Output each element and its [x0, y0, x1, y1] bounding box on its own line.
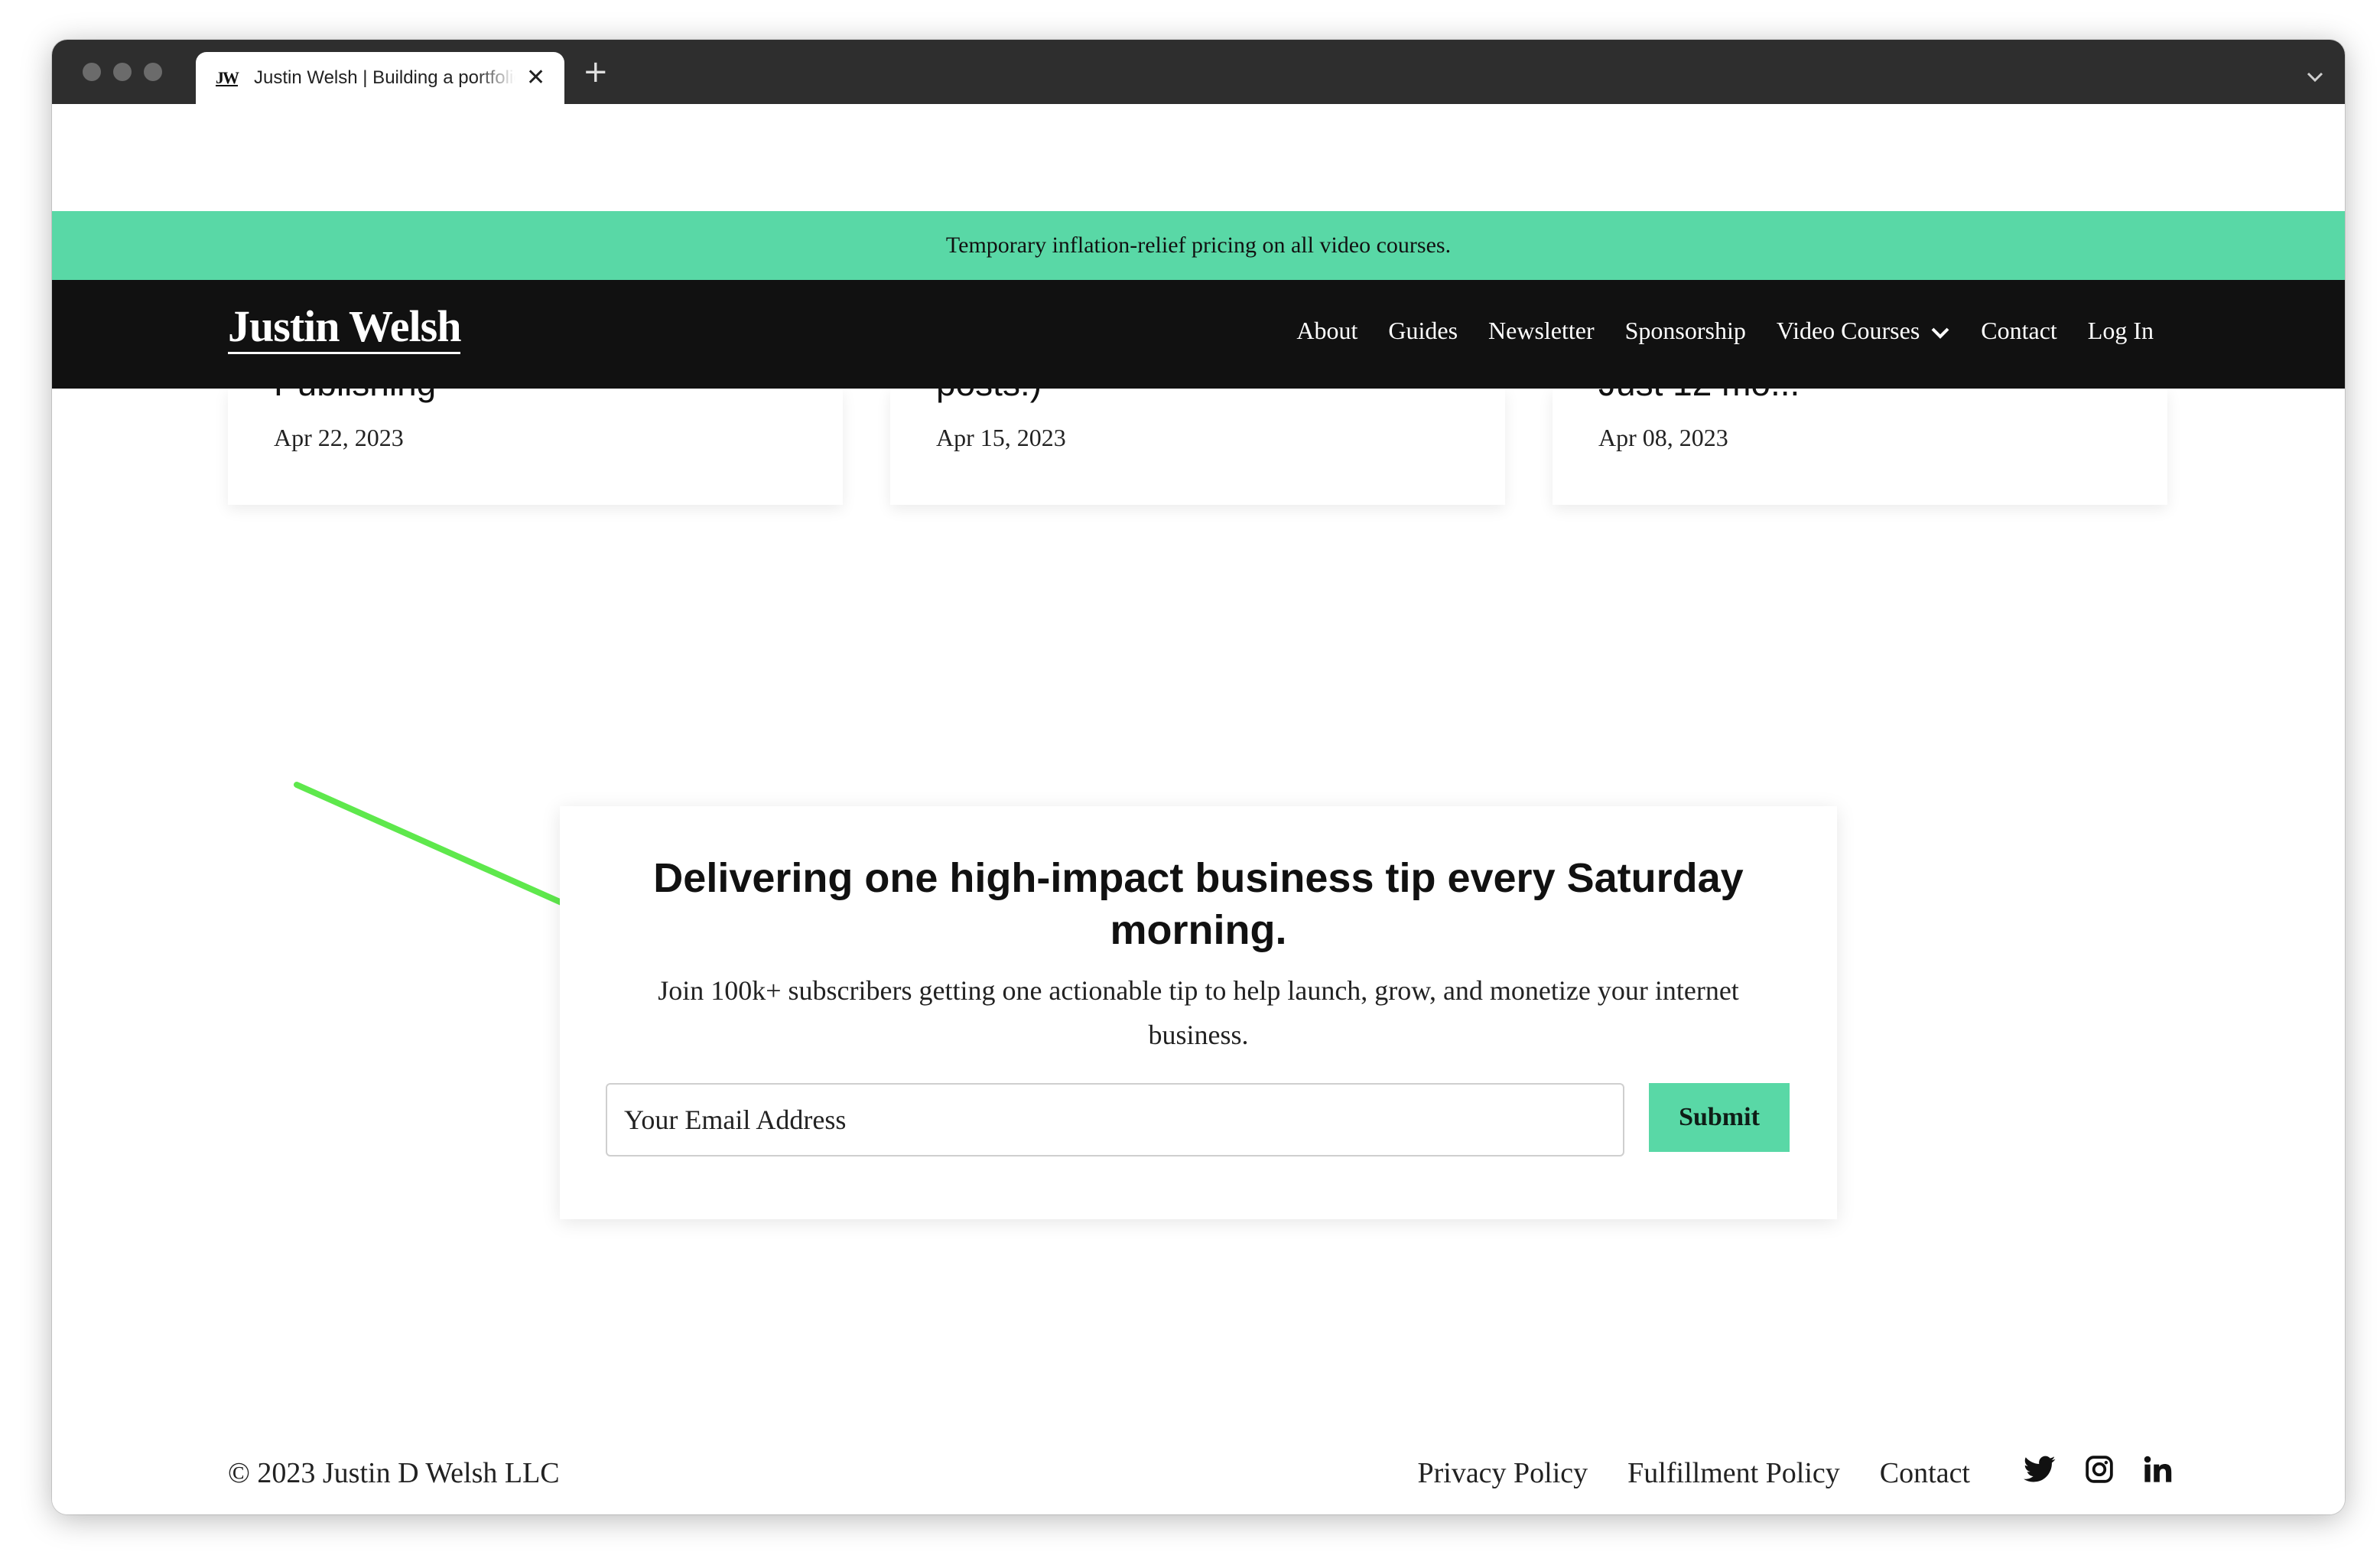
nav-sponsorship[interactable]: Sponsorship: [1625, 317, 1746, 345]
newsletter-heading: Delivering one high-impact business tip …: [653, 855, 1744, 953]
promo-banner[interactable]: Temporary inflation-relief pricing on al…: [52, 211, 2345, 280]
footer-privacy-link[interactable]: Privacy Policy: [1417, 1456, 1588, 1490]
twitter-icon[interactable]: [2024, 1456, 2056, 1483]
footer-links: Privacy Policy Fulfillment Policy Contac…: [1417, 1456, 1970, 1490]
nav-video-courses[interactable]: Video Courses: [1777, 317, 1950, 345]
browser-titlebar: JW Justin Welsh | Building a portfolio ✕…: [52, 40, 2345, 104]
nav-guides[interactable]: Guides: [1388, 317, 1458, 345]
footer-contact-link[interactable]: Contact: [1880, 1456, 1970, 1490]
footer-fulfillment-link[interactable]: Fulfillment Policy: [1627, 1456, 1840, 1490]
window-controls: [83, 63, 162, 81]
close-tab-icon[interactable]: ✕: [526, 67, 545, 89]
social-links: [2024, 1455, 2172, 1484]
nav-newsletter[interactable]: Newsletter: [1488, 317, 1595, 345]
instagram-icon[interactable]: [2085, 1455, 2114, 1484]
site-logo[interactable]: Justin Welsh: [228, 303, 461, 354]
browser-tab[interactable]: JW Justin Welsh | Building a portfolio ✕: [196, 52, 564, 104]
linkedin-icon[interactable]: [2143, 1455, 2172, 1484]
tab-list-chevron-icon[interactable]: [2307, 66, 2323, 87]
favicon-icon: JW: [216, 68, 239, 87]
post-card[interactable]: Just 12 mo... Apr 08, 2023: [1553, 389, 2167, 505]
browser-window: JW Justin Welsh | Building a portfolio ✕…: [52, 40, 2345, 1514]
footer-copyright: © 2023 Justin D Welsh LLC: [228, 1457, 560, 1489]
new-tab-button[interactable]: +: [583, 57, 609, 87]
minimize-window-button[interactable]: [113, 63, 132, 81]
newsletter-subtext: Join 100k+ subscribers getting one actio…: [658, 975, 1739, 1050]
post-card-date: Apr 15, 2023: [936, 424, 1066, 451]
nav-contact[interactable]: Contact: [1981, 317, 2057, 345]
nav-login[interactable]: Log In: [2088, 317, 2154, 345]
post-card[interactable]: Publishing Apr 22, 2023: [228, 389, 843, 505]
post-card-date: Apr 08, 2023: [1598, 424, 1728, 451]
close-window-button[interactable]: [83, 63, 101, 81]
post-card[interactable]: posts!) Apr 15, 2023: [890, 389, 1505, 505]
promo-banner-text: Temporary inflation-relief pricing on al…: [945, 233, 1452, 258]
nav-video-courses-label: Video Courses: [1776, 317, 1920, 344]
page-viewport: Temporary inflation-relief pricing on al…: [52, 104, 2345, 1514]
nav-about[interactable]: About: [1296, 317, 1357, 345]
post-card-date: Apr 22, 2023: [274, 424, 404, 451]
chevron-down-icon: [1930, 321, 1950, 344]
email-input[interactable]: [606, 1083, 1624, 1156]
zoom-window-button[interactable]: [144, 63, 162, 81]
site-header: Justin Welsh About Guides Newsletter Spo…: [52, 280, 2345, 389]
submit-button[interactable]: Submit: [1649, 1083, 1790, 1152]
newsletter-signup: Delivering one high-impact business tip …: [560, 806, 1837, 1219]
main-nav: About Guides Newsletter Sponsorship Vide…: [1296, 317, 2154, 345]
tab-title: Justin Welsh | Building a portfolio: [254, 67, 515, 88]
